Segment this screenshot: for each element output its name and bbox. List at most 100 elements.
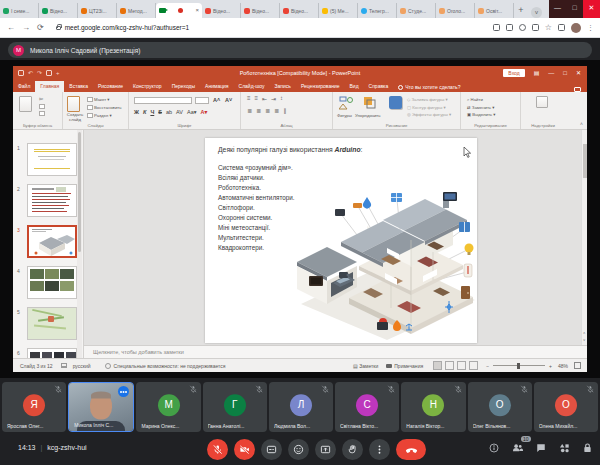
slide-sorter-view-button[interactable] [445,361,454,370]
ribbon-tab-draw[interactable]: Рисование [93,81,128,92]
align-center-icon[interactable]: ≣ [256,107,260,114]
language-status[interactable]: русский [73,363,91,369]
browser-menu-icon[interactable]: ⋮ [587,24,594,32]
ppt-minimize-icon[interactable]: — [548,70,554,76]
people-panel-button[interactable]: 10 [512,443,523,453]
shape-effects-button[interactable]: ◎ Эффекты фигуры ▾ [407,112,451,117]
minimize-button[interactable]: — [549,0,566,18]
slide-thumbnail-1[interactable] [27,143,77,176]
participant-tile-video[interactable]: Микола Ілліч С... [68,382,134,432]
reading-view-button[interactable] [457,361,466,370]
collapse-ribbon-icon[interactable]: ˄ [580,121,583,127]
slide-thumbnail-6[interactable] [27,348,77,358]
browser-tab-active-meet[interactable]: × [156,3,202,18]
replace-button[interactable]: ⇄ Заменить ▾ [467,105,495,110]
addins-icon[interactable] [536,96,548,108]
font-name-box[interactable] [134,97,192,104]
activities-icon[interactable] [559,443,570,453]
slideshow-icon[interactable] [46,70,52,76]
bold-icon[interactable]: Ж [134,109,139,115]
zoom-slider[interactable] [493,365,545,366]
tab-search-icon[interactable]: v [531,7,542,18]
zoom-in-icon[interactable]: + [549,363,552,369]
font-size-box[interactable] [195,97,209,104]
italic-icon[interactable]: К [143,109,146,115]
captions-button[interactable] [261,439,282,460]
participant-tile[interactable]: М Марина Олекс... [136,382,200,432]
browser-tab[interactable]: Відео... [280,3,319,18]
meeting-details-icon[interactable] [489,443,499,453]
slide-thumbnail-2[interactable] [27,184,77,217]
comments-toggle[interactable]: Примечания [386,363,423,369]
format-painter-icon[interactable] [39,111,45,116]
browser-tab[interactable]: Студе... [397,3,436,18]
shapes-icon[interactable] [339,96,355,111]
ribbon-tab-view[interactable]: Вид [345,81,364,92]
indent-left-icon[interactable]: ⇤ [262,95,266,102]
share-icon[interactable] [532,24,539,31]
numbering-icon[interactable]: ≡ [255,95,258,102]
select-button[interactable]: ▣ Выделить ▾ [467,112,495,117]
ppt-maximize-icon[interactable]: □ [563,70,567,76]
side-panel-icon[interactable] [558,24,565,31]
participant-tile[interactable]: С Світлана Вікто... [335,382,399,432]
char-spacing-icon[interactable]: AV [176,109,183,115]
zoom-icon[interactable] [519,24,526,31]
align-right-icon[interactable]: ≣ [265,107,269,114]
align-left-icon[interactable]: ≣ [247,107,251,114]
browser-tab[interactable]: Оголо... [436,3,475,18]
paste-icon[interactable] [19,96,32,112]
end-call-button[interactable] [396,439,426,460]
participant-tile[interactable]: Л Людмила Вол... [269,382,333,432]
shape-outline-button[interactable]: ▢ Контур фигуры ▾ [407,105,451,110]
participant-tile[interactable]: Я Ярослав Олег... [2,382,66,432]
notes-toggle[interactable]: ▤ Заметки [353,363,378,369]
tab-close-icon[interactable]: × [195,8,199,13]
normal-view-button[interactable] [433,361,442,370]
underline-icon[interactable]: Ч [150,109,154,115]
shapes-button[interactable]: Фигуры [337,113,352,118]
customize-qat-icon[interactable]: + [56,70,60,76]
signin-button[interactable]: Вход [503,69,524,77]
reload-icon[interactable]: ⟳ [37,23,44,32]
arrange-icon[interactable] [363,96,377,110]
ribbon-tab-record[interactable]: Запись [269,81,295,92]
fit-slide-icon[interactable] [574,362,581,369]
new-tab-button[interactable]: + [514,4,528,18]
ribbon-tab-slideshow[interactable]: Слайд-шоу [234,81,270,92]
forward-icon[interactable]: → [22,23,30,32]
section-button[interactable]: Раздел ▾ [87,113,122,118]
tell-me-box[interactable]: Что вы хотите сделать? [393,82,465,92]
new-slide-button[interactable]: Создать слайд [65,113,85,122]
layout-button[interactable]: Макет ▾ [87,97,122,102]
camera-button-off[interactable] [234,439,255,460]
line-spacing-icon[interactable]: ↕ [280,95,282,102]
ribbon-tab-file[interactable]: Файл [13,81,35,92]
indent-right-icon[interactable]: ⇥ [271,95,275,102]
browser-tab[interactable]: Телегр... [358,3,397,18]
mic-button-muted[interactable] [207,439,228,460]
back-icon[interactable]: ← [7,23,15,32]
participant-tile[interactable]: О Олена Михайл... [534,382,598,432]
browser-tab[interactable]: Освіт... [475,3,514,18]
more-options-button[interactable] [369,439,390,460]
zoom-level[interactable]: 48% [558,363,568,369]
ribbon-tab-transitions[interactable]: Переходы [167,81,200,92]
zoom-out-icon[interactable]: − [486,363,489,369]
browser-tab[interactable]: Відео... [202,3,241,18]
browser-tab[interactable]: (5) Ме... [319,3,358,18]
host-controls-icon[interactable] [583,443,592,453]
ribbon-options-icon[interactable]: ▤ [534,70,540,76]
cut-icon[interactable]: ✂ [39,96,45,102]
reactions-button[interactable] [288,439,309,460]
thumbnail-scrollbar[interactable] [77,130,82,358]
browser-tab[interactable]: ЦТ23і... [78,3,117,18]
ribbon-tab-review[interactable]: Рецензирование [296,81,345,92]
slide-thumbnail-5[interactable] [27,307,77,340]
slide-thumbnail-4[interactable] [27,266,77,299]
profile-avatar[interactable] [571,23,581,33]
chat-panel-icon[interactable] [536,443,546,453]
ribbon-tab-design[interactable]: Конструктор [128,81,167,92]
columns-icon[interactable]: ∥ [283,107,285,114]
change-case-icon[interactable]: Аа▾ [187,109,197,115]
